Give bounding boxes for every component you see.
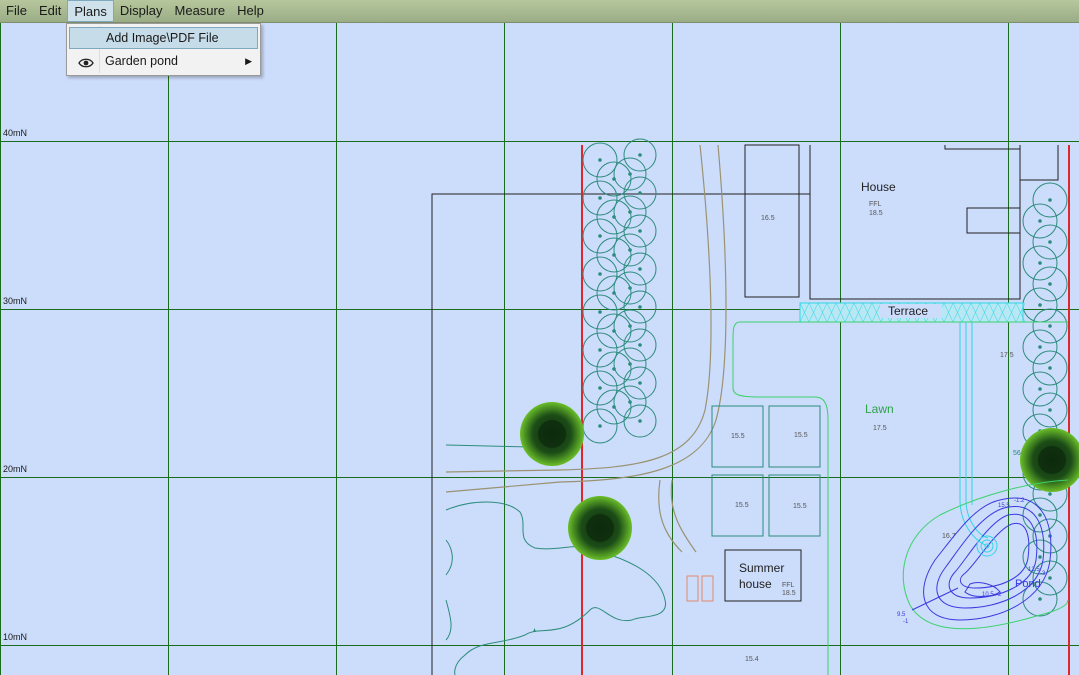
hedge-shrub-center xyxy=(1038,555,1042,559)
hedge-shrub-center xyxy=(638,191,642,195)
pond-contour-6: -2 xyxy=(996,592,1002,598)
pond-contour-4: -3 xyxy=(1040,571,1046,577)
menu-item-garden-pond[interactable]: Garden pond ▶ xyxy=(69,51,258,73)
hedge-shrub-center xyxy=(1048,198,1052,202)
hedge-right xyxy=(1022,182,1068,617)
menu-edit[interactable]: Edit xyxy=(33,0,67,22)
hedge-shrub-center xyxy=(638,343,642,347)
menu-display[interactable]: Display xyxy=(114,0,169,22)
northing-label-40: 40mN xyxy=(3,128,27,138)
bed-level-3: 15.5 xyxy=(735,502,749,509)
hedge-shrub-center xyxy=(638,381,642,385)
hedge-shrub-center xyxy=(598,424,602,428)
hedge-shrub-center xyxy=(628,324,632,328)
menu-help[interactable]: Help xyxy=(231,0,270,22)
hedge-shrub-center xyxy=(1038,261,1042,265)
hedge-left xyxy=(582,138,657,444)
level-right: 17.5 xyxy=(1000,352,1014,359)
pond xyxy=(902,479,1069,630)
hedge-shrub-center xyxy=(638,419,642,423)
tree-label: 56 xyxy=(1013,450,1021,457)
hedge-shrub-center xyxy=(1038,345,1042,349)
hedge-shrub-center xyxy=(638,267,642,271)
terrace-label: Terrace xyxy=(888,304,928,318)
pond-contour-5: 10.5 xyxy=(982,592,994,598)
hedge-shrub-center xyxy=(1038,513,1042,517)
menu-item-label: Garden pond xyxy=(105,54,178,68)
hedge-shrub-center xyxy=(628,210,632,214)
pond-contour-3: 12.5 xyxy=(1028,567,1040,573)
lawn-label: Lawn xyxy=(865,402,894,416)
eye-icon[interactable] xyxy=(78,55,94,75)
house-ffl-label: FFL xyxy=(869,201,882,208)
hedge-shrub-center xyxy=(628,400,632,404)
hedge-shrub-center xyxy=(598,158,602,162)
hedge-shrub-center xyxy=(638,153,642,157)
hedge-shrub-center xyxy=(638,305,642,309)
pond-label: Pond xyxy=(1015,578,1041,590)
plan-canvas[interactable]: 40mN 30mN 20mN 10mN 56 House FFL 18.5 16… xyxy=(0,23,1079,675)
hedge-shrub-center xyxy=(598,348,602,352)
northing-label-20: 20mN xyxy=(3,464,27,474)
northing-label-30: 30mN xyxy=(3,296,27,306)
hedge-shrub-center xyxy=(1048,576,1052,580)
hedge-shrub-center xyxy=(598,272,602,276)
bed-level-4: 15.5 xyxy=(793,503,807,510)
pond-contour-1: -1.2 xyxy=(1014,498,1025,504)
menu-plans[interactable]: Plans xyxy=(67,0,114,22)
garden-path xyxy=(445,144,727,553)
level-bottom: 15.4 xyxy=(745,656,759,663)
lawn-level: 17.5 xyxy=(873,425,887,432)
northing-label-10: 10mN xyxy=(3,632,27,642)
hedge-shrub-center xyxy=(628,286,632,290)
bed-level-2: 15.5 xyxy=(794,432,808,439)
pond-level-left: 16.7 xyxy=(942,533,956,540)
hedge-shrub-center xyxy=(638,229,642,233)
tree-3 xyxy=(1020,428,1079,492)
hedge-shrub-center xyxy=(598,234,602,238)
hedge-shrub-center xyxy=(598,310,602,314)
menu-item-label: Add Image\PDF File xyxy=(106,31,219,45)
hedge-shrub-center xyxy=(1038,597,1042,601)
pond-contour-7: 9.5 xyxy=(897,612,906,618)
tree-canopy-outline xyxy=(445,444,666,675)
hedge-shrub-center xyxy=(628,248,632,252)
hedge-shrub-center xyxy=(1048,408,1052,412)
summer-house-label-2: house xyxy=(739,577,772,591)
terrace-drain xyxy=(959,322,989,546)
summer-house-label-1: Summer xyxy=(739,561,784,575)
menu-bar: File Edit Plans Display Measure Help xyxy=(0,0,1079,23)
hedge-shrub-center xyxy=(628,362,632,366)
house-level: 16.5 xyxy=(761,215,775,222)
summer-house-ffl-label: FFL xyxy=(782,582,795,589)
plant-marker xyxy=(533,628,536,632)
hedge-shrub-center xyxy=(1048,324,1052,328)
plans-dropdown-menu: Add Image\PDF File Garden pond ▶ xyxy=(66,23,261,76)
hedge-shrub-center xyxy=(628,172,632,176)
bed-level-1: 15.5 xyxy=(731,433,745,440)
house-ffl-value: 18.5 xyxy=(869,210,883,217)
hedge-shrub-center xyxy=(1048,492,1052,496)
menu-item-add-image-pdf[interactable]: Add Image\PDF File xyxy=(69,27,258,49)
hedge-shrub-center xyxy=(1038,387,1042,391)
tree-1 xyxy=(520,402,584,466)
hedge-shrub-center xyxy=(1038,219,1042,223)
hedge-shrub-center xyxy=(1048,240,1052,244)
menu-file[interactable]: File xyxy=(0,0,33,22)
bench xyxy=(686,575,714,602)
planting-beds xyxy=(711,405,821,537)
grid-lines xyxy=(0,23,1079,675)
menu-measure[interactable]: Measure xyxy=(169,0,232,22)
hedge-shrub-center xyxy=(1048,282,1052,286)
tree-2 xyxy=(568,496,632,560)
pond-contour-8: -1 xyxy=(903,619,909,625)
summer-house-ffl-value: 18.5 xyxy=(782,590,796,597)
hedge-shrub-center xyxy=(1038,303,1042,307)
pond-contour-2: 15.5 xyxy=(998,503,1010,509)
submenu-arrow-icon: ▶ xyxy=(245,56,252,66)
house-label: House xyxy=(861,180,896,194)
hedge-shrub-center xyxy=(598,196,602,200)
hedge-shrub-center xyxy=(1048,366,1052,370)
hedge-shrub-center xyxy=(598,386,602,390)
